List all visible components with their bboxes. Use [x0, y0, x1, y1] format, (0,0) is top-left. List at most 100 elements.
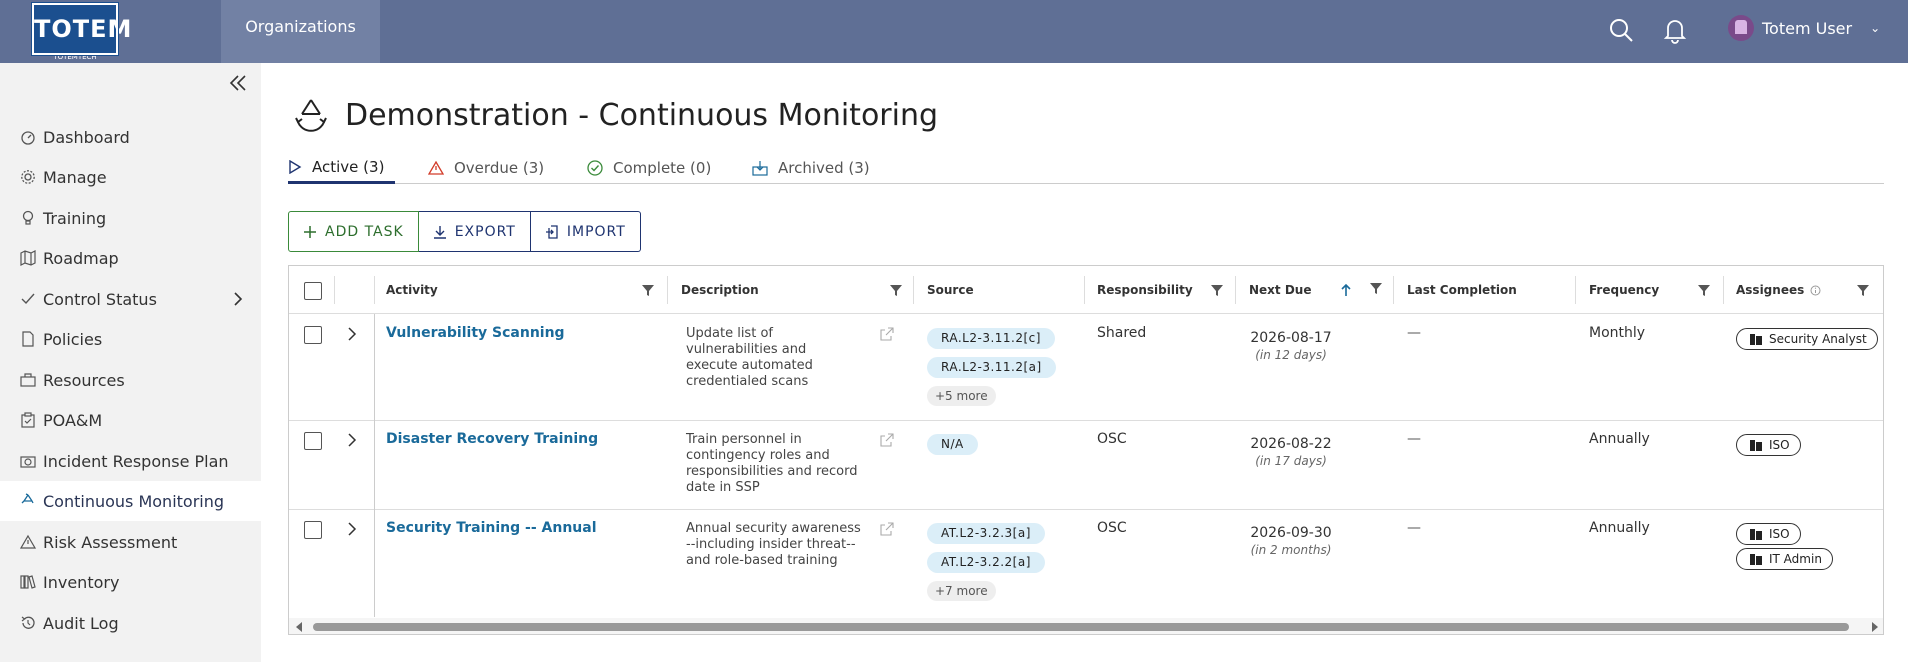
external-link-icon[interactable]	[880, 433, 894, 447]
chevron-right-icon[interactable]	[344, 432, 360, 448]
table-row[interactable]: Security Training -- Annual Annual secur…	[289, 510, 1883, 617]
table-row[interactable]: Vulnerability Scanning Update list of vu…	[289, 314, 1883, 421]
sidebar-item-inventory[interactable]: Inventory	[0, 562, 261, 602]
info-icon[interactable]	[1810, 285, 1821, 296]
sidebar-item-risk-assessment[interactable]: Risk Assessment	[0, 522, 261, 562]
column-activity[interactable]: Activity	[386, 266, 438, 314]
sidebar-item-label: Resources	[43, 370, 125, 390]
column-frequency[interactable]: Frequency	[1589, 266, 1659, 314]
source-tag[interactable]: RA.L2-3.11.2[a]	[927, 357, 1056, 378]
more-sources-badge[interactable]: +7 more	[927, 581, 996, 601]
chevron-right-icon[interactable]	[230, 291, 246, 307]
chevron-right-icon[interactable]	[344, 326, 360, 342]
sidebar-item-continuous-monitoring[interactable]: Continuous Monitoring	[0, 481, 261, 521]
next-due-date: 2026-09-30	[1250, 525, 1332, 541]
activity-link[interactable]: Vulnerability Scanning	[386, 325, 565, 341]
tab-active[interactable]: Active (3)	[288, 152, 395, 184]
sidebar-item-label: Dashboard	[43, 127, 130, 147]
tab-archived[interactable]: Archived (3)	[752, 152, 870, 184]
import-button[interactable]: IMPORT	[530, 211, 641, 252]
bell-icon[interactable]	[1661, 16, 1689, 44]
gear-icon	[21, 170, 35, 184]
frequency-text: Annually	[1589, 520, 1650, 536]
source-tag[interactable]: AT.L2-3.2.2[a]	[927, 552, 1045, 573]
sidebar-item-audit-log[interactable]: Audit Log	[0, 603, 261, 643]
external-link-icon[interactable]	[880, 327, 894, 341]
tab-complete[interactable]: Complete (0)	[587, 152, 711, 184]
sidebar-item-resources[interactable]: Resources	[0, 360, 261, 400]
filter-icon[interactable]	[1856, 283, 1870, 297]
sidebar-item-label: Audit Log	[43, 613, 119, 633]
sidebar-item-label: Risk Assessment	[43, 532, 178, 552]
scroll-right-icon[interactable]	[1870, 622, 1880, 632]
sidebar-item-roadmap[interactable]: Roadmap	[0, 238, 261, 278]
table-header: Activity Description Source Responsibili…	[289, 266, 1883, 314]
filter-icon[interactable]	[641, 283, 655, 297]
filter-icon[interactable]	[1369, 281, 1383, 295]
action-buttons: ADD TASK EXPORT IMPORT	[288, 211, 641, 252]
search-icon[interactable]	[1607, 16, 1635, 44]
user-name: Totem User	[1762, 18, 1853, 38]
sidebar-item-incident-response-plan[interactable]: Incident Response Plan	[0, 441, 261, 481]
tab-label: Archived (3)	[778, 159, 870, 177]
assignee-chip[interactable]: ISO	[1736, 434, 1801, 456]
scrollbar-thumb[interactable]	[313, 623, 1849, 631]
frequency-text: Monthly	[1589, 325, 1646, 341]
scroll-left-icon[interactable]	[294, 622, 304, 632]
map-icon	[20, 250, 36, 266]
sidebar-item-label: Manage	[43, 167, 107, 187]
row-checkbox[interactable]	[304, 326, 322, 344]
sidebar-item-control-status[interactable]: Control Status	[0, 279, 261, 319]
select-all-checkbox[interactable]	[304, 282, 322, 300]
sidebar-item-manage[interactable]: Manage	[0, 157, 261, 197]
table-row[interactable]: Disaster Recovery Training Train personn…	[289, 421, 1883, 510]
assignee-chip[interactable]: IT Admin	[1736, 548, 1833, 570]
column-source[interactable]: Source	[927, 266, 974, 314]
horizontal-scrollbar[interactable]	[289, 618, 1883, 634]
add-task-button[interactable]: ADD TASK	[288, 211, 419, 252]
row-checkbox[interactable]	[304, 432, 322, 450]
next-due: 2026-08-22 (in 17 days)	[1226, 436, 1356, 468]
chevron-right-icon[interactable]	[344, 521, 360, 537]
source-tag[interactable]: AT.L2-3.2.3[a]	[927, 523, 1045, 544]
column-next-due[interactable]: Next Due	[1249, 266, 1311, 314]
assignee-chip[interactable]: Security Analyst	[1736, 328, 1878, 350]
sidebar-item-training[interactable]: Training	[0, 198, 261, 238]
export-button[interactable]: EXPORT	[418, 211, 531, 252]
organizations-tab[interactable]: Organizations	[221, 0, 380, 63]
source-tag[interactable]: RA.L2-3.11.2[c]	[927, 328, 1055, 349]
next-due: 2026-09-30 (in 2 months)	[1226, 525, 1356, 557]
sidebar-item-poam[interactable]: POA&M	[0, 400, 261, 440]
warning-icon	[20, 534, 36, 549]
filter-icon[interactable]	[889, 283, 903, 297]
row-checkbox[interactable]	[304, 521, 322, 539]
column-responsibility[interactable]: Responsibility	[1097, 266, 1193, 314]
last-completion-text: —	[1407, 431, 1421, 447]
sidebar-item-dashboard[interactable]: Dashboard	[0, 117, 261, 157]
archive-icon	[752, 161, 768, 176]
external-link-icon[interactable]	[880, 522, 894, 536]
sidebar-item-policies[interactable]: Policies	[0, 319, 261, 359]
column-description[interactable]: Description	[681, 266, 759, 314]
next-due-relative: (in 12 days)	[1255, 348, 1327, 362]
assignee-chip[interactable]: ISO	[1736, 523, 1801, 545]
assignee-label: ISO	[1769, 438, 1790, 452]
collapse-sidebar-icon[interactable]	[226, 71, 250, 95]
next-due-date: 2026-08-17	[1250, 330, 1332, 346]
sidebar-item-label: Control Status	[43, 289, 157, 309]
tab-label: Active (3)	[312, 157, 385, 176]
user-menu[interactable]: Totem User ⌄	[1728, 14, 1880, 42]
totem-logo[interactable]: TOTEM TOTEMTECH	[31, 2, 131, 61]
sort-ascending-icon[interactable]	[1339, 283, 1353, 297]
column-assignees[interactable]: Assignees	[1736, 266, 1821, 314]
filter-icon[interactable]	[1210, 283, 1224, 297]
frequency-text: Annually	[1589, 431, 1650, 447]
tab-overdue[interactable]: Overdue (3)	[428, 152, 544, 184]
source-tag[interactable]: N/A	[927, 434, 978, 455]
more-sources-badge[interactable]: +5 more	[927, 386, 996, 406]
add-task-label: ADD TASK	[325, 223, 404, 240]
column-last-completion[interactable]: Last Completion	[1407, 266, 1517, 314]
activity-link[interactable]: Disaster Recovery Training	[386, 431, 598, 447]
activity-link[interactable]: Security Training -- Annual	[386, 520, 597, 536]
filter-icon[interactable]	[1697, 283, 1711, 297]
